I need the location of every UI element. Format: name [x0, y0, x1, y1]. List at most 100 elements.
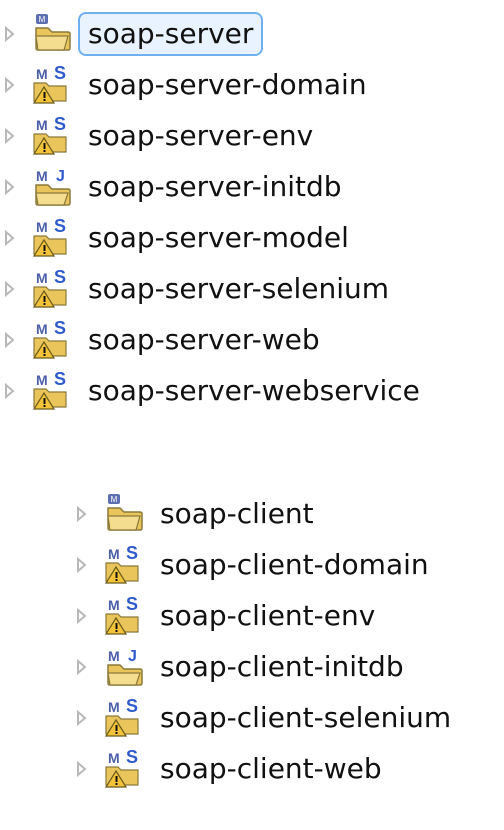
chevron-right-icon[interactable]	[0, 127, 18, 145]
project-name-label: soap-client-selenium	[160, 701, 452, 734]
svg-text:M: M	[108, 648, 120, 664]
folder-project-icon: M	[107, 494, 143, 531]
chevron-right-icon[interactable]	[0, 76, 18, 94]
server-project-row[interactable]: M soap-server	[0, 8, 264, 60]
project-name-label: soap-client	[160, 497, 314, 530]
maven-s-icon: M S	[102, 594, 146, 638]
project-name-label: soap-server	[77, 12, 264, 56]
chevron-right-icon[interactable]	[0, 178, 18, 196]
svg-text:M: M	[36, 270, 48, 286]
expand-toggle[interactable]	[0, 74, 22, 96]
maven-s-icon: M S	[102, 696, 146, 740]
chevron-right-icon[interactable]	[72, 556, 90, 574]
expand-toggle[interactable]	[72, 605, 94, 627]
chevron-right-icon[interactable]	[72, 505, 90, 523]
folder-project-icon: M	[30, 12, 74, 56]
server-project-row[interactable]: M S soap-server-env	[0, 110, 313, 162]
svg-text:M: M	[36, 372, 48, 388]
maven-s-project-icon: M S	[104, 543, 139, 584]
svg-text:S: S	[54, 114, 66, 134]
maven-j-icon: M J	[30, 165, 74, 209]
client-project-row[interactable]: M S soap-client-env	[72, 590, 375, 642]
project-name-label: soap-server-env	[88, 119, 314, 152]
expand-toggle[interactable]	[0, 23, 22, 45]
client-project-row[interactable]: M soap-client	[72, 488, 314, 540]
svg-text:S: S	[54, 216, 66, 236]
folder-project-icon: M	[102, 492, 146, 536]
expand-toggle[interactable]	[72, 656, 94, 678]
project-name-label: soap-server-initdb	[88, 170, 342, 203]
expand-toggle[interactable]	[0, 125, 22, 147]
expand-toggle[interactable]	[72, 554, 94, 576]
maven-s-icon: M S	[102, 543, 146, 587]
expand-toggle[interactable]	[0, 329, 22, 351]
chevron-right-icon[interactable]	[0, 382, 18, 400]
chevron-right-icon[interactable]	[0, 280, 18, 298]
server-project-row[interactable]: M S soap-server-model	[0, 212, 349, 264]
svg-text:S: S	[54, 63, 66, 83]
svg-text:S: S	[126, 594, 138, 614]
project-name-label: soap-server-model	[88, 221, 349, 254]
server-project-row[interactable]: M S soap-server-web	[0, 314, 320, 366]
svg-text:S: S	[54, 267, 66, 287]
project-name-label: soap-server-webservice	[88, 374, 420, 407]
chevron-right-icon[interactable]	[0, 331, 18, 349]
maven-j-project-icon: M J	[107, 648, 143, 686]
maven-j-icon: M J	[102, 645, 146, 689]
chevron-right-icon[interactable]	[72, 709, 90, 727]
maven-s-project-icon: M S	[32, 216, 67, 257]
server-project-row[interactable]: M S soap-server-domain	[0, 59, 367, 111]
client-project-row[interactable]: M S soap-client-web	[72, 743, 382, 795]
project-name-label: soap-client-initdb	[160, 650, 404, 683]
maven-j-project-icon: M J	[35, 168, 71, 206]
maven-s-project-icon: M S	[32, 63, 67, 104]
chevron-right-icon[interactable]	[0, 25, 18, 43]
maven-s-icon: M S	[30, 216, 74, 260]
svg-text:M: M	[39, 15, 46, 24]
maven-s-project-icon: M S	[104, 594, 139, 635]
chevron-right-icon[interactable]	[72, 658, 90, 676]
svg-text:M: M	[36, 168, 48, 184]
client-project-row[interactable]: M S soap-client-domain	[72, 539, 429, 591]
project-name-label: soap-server-web	[88, 323, 320, 356]
maven-s-project-icon: M S	[104, 696, 139, 737]
project-name-label: soap-server-domain	[88, 68, 367, 101]
svg-text:M: M	[111, 495, 118, 504]
client-project-row[interactable]: M J soap-client-initdb	[72, 641, 404, 693]
svg-text:S: S	[126, 696, 138, 716]
folder-project-icon: M	[35, 14, 71, 51]
svg-text:S: S	[126, 543, 138, 563]
project-name-label: soap-client-web	[160, 752, 382, 785]
client-project-row[interactable]: M S soap-client-selenium	[72, 692, 451, 744]
chevron-right-icon[interactable]	[0, 229, 18, 247]
maven-s-icon: M S	[30, 267, 74, 311]
expand-toggle[interactable]	[0, 278, 22, 300]
svg-text:J: J	[56, 168, 65, 185]
maven-s-project-icon: M S	[32, 267, 67, 308]
project-name-label: soap-client-domain	[160, 548, 429, 581]
server-project-row[interactable]: M S soap-server-webservice	[0, 365, 420, 417]
chevron-right-icon[interactable]	[72, 607, 90, 625]
expand-toggle[interactable]	[72, 707, 94, 729]
project-explorer-tree: M soap-server M S soap-server-domain M S…	[0, 0, 504, 830]
expand-toggle[interactable]	[72, 758, 94, 780]
svg-text:M: M	[36, 66, 48, 82]
expand-toggle[interactable]	[72, 503, 94, 525]
svg-text:M: M	[36, 117, 48, 133]
maven-s-icon: M S	[30, 369, 74, 413]
svg-text:M: M	[108, 750, 120, 766]
maven-s-icon: M S	[102, 747, 146, 791]
expand-toggle[interactable]	[0, 176, 22, 198]
chevron-right-icon[interactable]	[72, 760, 90, 778]
maven-s-project-icon: M S	[32, 369, 67, 410]
svg-text:S: S	[54, 369, 66, 389]
maven-s-project-icon: M S	[32, 318, 67, 359]
maven-s-project-icon: M S	[104, 747, 139, 788]
maven-s-project-icon: M S	[32, 114, 67, 155]
expand-toggle[interactable]	[0, 227, 22, 249]
expand-toggle[interactable]	[0, 380, 22, 402]
server-project-row[interactable]: M S soap-server-selenium	[0, 263, 389, 315]
maven-s-icon: M S	[30, 63, 74, 107]
svg-text:M: M	[36, 219, 48, 235]
server-project-row[interactable]: M J soap-server-initdb	[0, 161, 342, 213]
